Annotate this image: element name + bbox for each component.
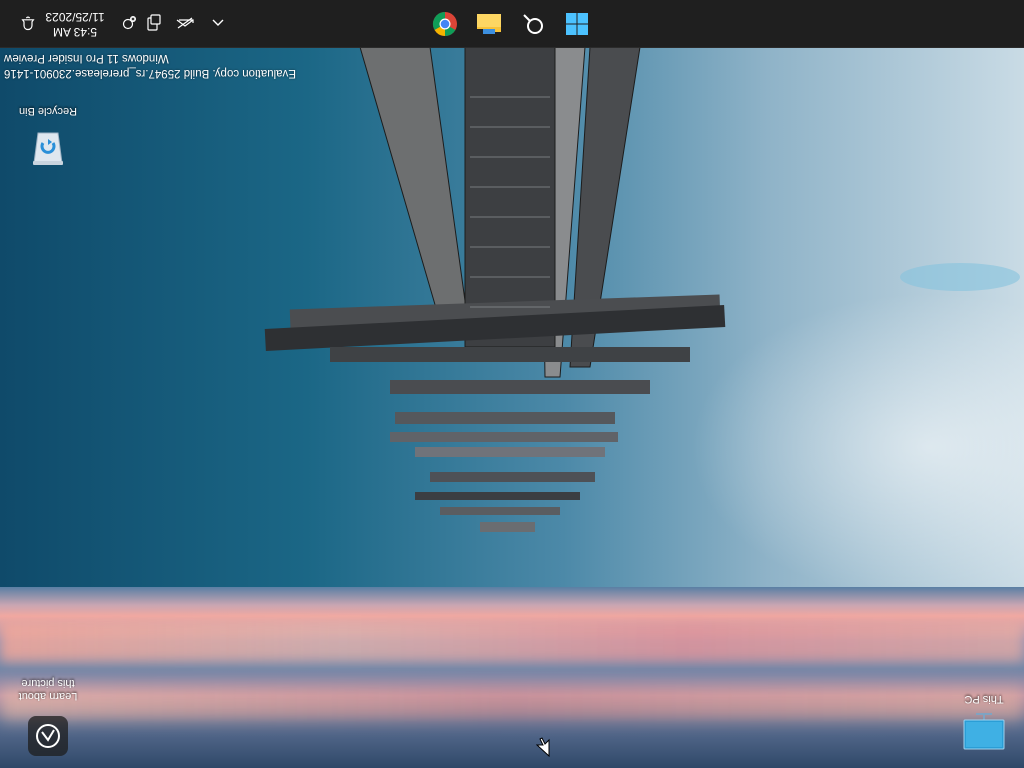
clock-date: 11/25/2023 xyxy=(45,10,105,24)
recycle-bin-label: Recycle Bin xyxy=(18,105,78,117)
wallpaper-cloud-band-lower xyxy=(0,687,1024,721)
taskbar: 5:43 AM 11/25/2023 xyxy=(0,0,1024,48)
desktop-icon-recycle-bin[interactable]: Recycle Bin xyxy=(10,104,86,167)
clock-time: 5:43 AM xyxy=(52,25,98,39)
wallpaper-cloud-band xyxy=(0,622,1024,662)
location-off-icon[interactable] xyxy=(118,12,140,34)
chrome-icon[interactable] xyxy=(431,10,459,38)
show-hidden-chevron-icon[interactable] xyxy=(207,12,229,34)
file-explorer-icon[interactable] xyxy=(475,10,503,38)
windows-start-icon[interactable] xyxy=(563,10,591,38)
watermark-line-edition: Windows 11 Pro Insider Preview xyxy=(4,52,169,64)
battery-display-icon[interactable] xyxy=(174,12,196,34)
learn-about-picture-icon xyxy=(28,716,68,756)
search-icon[interactable] xyxy=(519,10,547,38)
learn-about-picture-label: Learn about this picture xyxy=(18,677,78,702)
volume-network-icon[interactable] xyxy=(143,12,165,34)
desktop-background[interactable] xyxy=(0,47,1024,768)
desktop-icon-this-pc[interactable]: This PC xyxy=(946,692,1022,751)
mouse-cursor-icon xyxy=(535,737,550,761)
notification-bell-icon[interactable] xyxy=(17,12,39,34)
wallpaper-pier-image xyxy=(264,47,1020,532)
desktop-icon-learn-about-picture[interactable]: Learn about this picture xyxy=(10,676,86,756)
this-pc-label: This PC xyxy=(964,693,1004,705)
system-clock[interactable]: 5:43 AM 11/25/2023 xyxy=(38,8,112,40)
watermark-line-build: Evaluation copy. Build 25947.rs_prerelea… xyxy=(4,67,296,79)
evaluation-watermark: Evaluation copy. Build 25947.rs_prerelea… xyxy=(4,50,304,80)
this-pc-icon xyxy=(962,713,1006,751)
wallpaper-sunset-clouds xyxy=(0,587,1024,768)
recycle-bin-icon xyxy=(31,127,65,167)
